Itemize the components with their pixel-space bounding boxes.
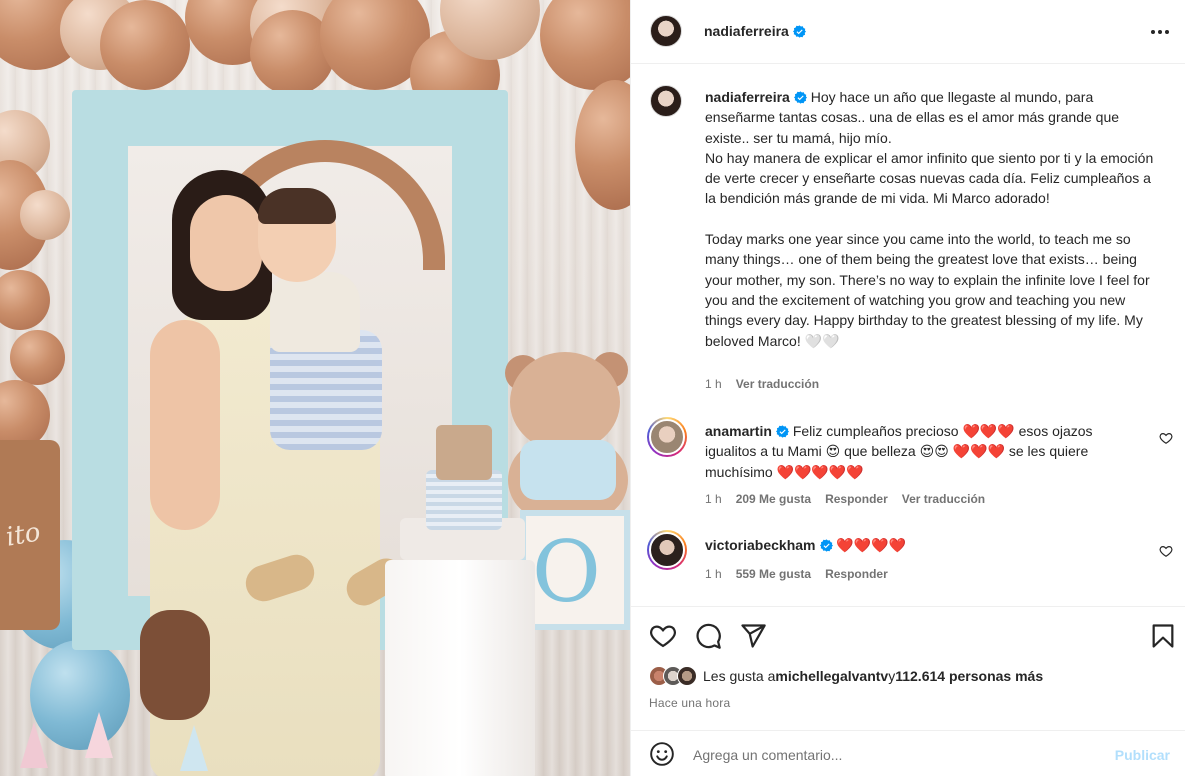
likes-middle: y	[888, 668, 896, 684]
comment-translate-link[interactable]: Ver traducción	[902, 492, 985, 506]
caption-author-username[interactable]: nadiaferreira	[705, 89, 807, 105]
photo-party-hat	[180, 725, 208, 771]
post-time-ago[interactable]: Hace una hora	[649, 696, 730, 710]
photo-party-hat	[85, 712, 113, 758]
photo-woman-arm	[150, 320, 220, 530]
post-caption: nadiaferreira Hoy hace un año que llegas…	[705, 87, 1165, 351]
caption-time[interactable]: 1 h	[705, 377, 722, 391]
photo-cake-topper	[436, 425, 492, 480]
like-heart-icon[interactable]	[649, 622, 677, 650]
comments-scroll-area[interactable]: nadiaferreira Hoy hace un año que llegas…	[631, 65, 1185, 605]
verified-badge-icon	[792, 25, 806, 38]
comment-likes-count[interactable]: 559 Me gusta	[736, 567, 811, 581]
photo-party-hat	[20, 722, 48, 768]
comment-author-username[interactable]: anamartin	[705, 423, 789, 439]
comment-text: ❤️❤️❤️❤️	[836, 537, 907, 553]
comment-author-avatar[interactable]	[647, 530, 687, 570]
likes-others-link[interactable]: 112.614 personas más	[895, 668, 1043, 684]
likes-user-link[interactable]: michellegalvantv	[775, 668, 888, 684]
author-avatar[interactable]	[650, 15, 682, 47]
post-panel: nadiaferreira nadiaferreira Hoy hace un …	[630, 0, 1185, 776]
post-header: nadiaferreira	[631, 0, 1185, 64]
comment-composer: Publicar	[631, 730, 1185, 776]
likers-avatars[interactable]	[649, 666, 697, 686]
comment-reply-button[interactable]: Responder	[825, 567, 888, 581]
author-username[interactable]: nadiaferreira	[704, 23, 806, 39]
comment-author-username[interactable]: victoriabeckham	[705, 537, 833, 553]
photo-sign-text: ito	[3, 517, 43, 553]
comment-author-avatar[interactable]	[647, 417, 687, 457]
comment-bubble-icon[interactable]	[694, 622, 722, 650]
photo-baby-hair	[258, 188, 336, 224]
more-options-icon[interactable]	[1148, 20, 1172, 44]
emoji-smiley-icon[interactable]	[649, 741, 675, 767]
likes-summary: Les gusta a michellegalvantv y 112.614 p…	[649, 666, 1043, 686]
caption-meta: 1 h Ver traducción	[705, 377, 819, 391]
caption-translate-link[interactable]: Ver traducción	[736, 377, 819, 391]
photo-baby-shirt	[270, 272, 360, 352]
like-comment-heart-icon[interactable]	[1159, 544, 1173, 558]
photo-letter-o: O	[532, 523, 601, 621]
photo-balloon	[20, 190, 70, 240]
comment-body: anamartin Feliz cumpleaños precioso ❤️❤️…	[705, 421, 1145, 482]
photo-teddy-shirt	[520, 440, 616, 500]
comment-body: victoriabeckham ❤️❤️❤️❤️	[705, 535, 1145, 555]
photo-teddy-head	[510, 352, 620, 452]
photo-balloon	[10, 330, 65, 385]
photo-cake-stand	[385, 560, 535, 776]
comment-time[interactable]: 1 h	[705, 567, 722, 581]
post-photo[interactable]: ito O	[0, 0, 630, 776]
verified-badge-icon	[819, 539, 833, 552]
caption-text-es: Hoy hace un año que llegaste al mundo, p…	[705, 89, 1154, 207]
comment-reply-button[interactable]: Responder	[825, 492, 888, 506]
share-paper-plane-icon[interactable]	[739, 622, 767, 650]
comment-likes-count[interactable]: 209 Me gusta	[736, 492, 811, 506]
caption-author-avatar[interactable]	[650, 85, 682, 117]
save-bookmark-icon[interactable]	[1149, 622, 1177, 650]
photo-woman-face	[190, 195, 262, 291]
like-comment-heart-icon[interactable]	[1159, 431, 1173, 445]
photo-balloon	[100, 0, 190, 90]
comment-meta: 1 h 209 Me gusta Responder Ver traducció…	[705, 492, 985, 506]
comment-input[interactable]	[693, 743, 1093, 767]
photo-small-bear	[140, 610, 210, 720]
verified-badge-icon	[793, 91, 807, 104]
verified-badge-icon	[775, 425, 789, 438]
publish-button[interactable]: Publicar	[1115, 747, 1170, 763]
comment-meta: 1 h 559 Me gusta Responder	[705, 567, 888, 581]
comment-time[interactable]: 1 h	[705, 492, 722, 506]
likes-prefix: Les gusta a	[703, 668, 776, 684]
caption-text-en: Today marks one year since you came into…	[705, 231, 1154, 349]
